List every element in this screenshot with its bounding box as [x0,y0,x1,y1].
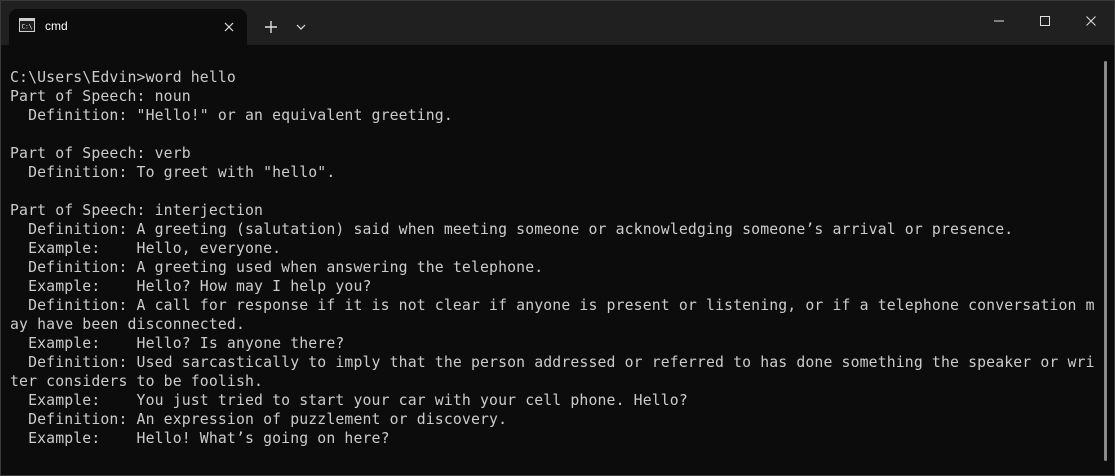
tab-cmd[interactable]: C:\ cmd [9,9,247,45]
scrollbar-thumb[interactable] [1104,61,1107,461]
terminal-line: Example: Hello? Is anyone there? [10,335,345,352]
title-bar: C:\ cmd [1,1,1114,45]
terminal-line: Definition: A greeting used when answeri… [10,259,544,276]
terminal-line: Definition: "Hello!" or an equivalent gr… [10,107,453,124]
svg-text:C:\: C:\ [22,24,33,31]
terminal-output-area[interactable]: C:\Users\Edvin>word hello Part of Speech… [1,45,1101,475]
chevron-down-icon[interactable] [289,13,313,41]
scrollbar[interactable] [1104,61,1108,461]
terminal-line: Example: Hello? How may I help you? [10,278,372,295]
maximize-icon[interactable] [1022,1,1068,41]
terminal-line: ter considers to be foolish. [10,373,264,390]
terminal-line: ay have been disconnected. [10,316,246,333]
tab-title: cmd [45,19,68,33]
terminal-line: C:\Users\Edvin>word hello [10,69,236,86]
terminal-line: Definition: A call for response if it is… [10,297,1095,314]
close-icon[interactable] [1068,1,1114,41]
terminal-line: Part of Speech: verb [10,145,191,162]
terminal-line: Part of Speech: interjection [10,202,264,219]
terminal-line: Example: You just tried to start your ca… [10,392,688,409]
terminal-line: Definition: An expression of puzzlement … [10,411,508,428]
terminal-line: Definition: A greeting (salutation) said… [10,221,1014,238]
terminal-text: C:\Users\Edvin>word hello Part of Speech… [10,68,1095,448]
terminal-line: Example: Hello, everyone. [10,240,282,257]
cmd-icon: C:\ [19,18,35,32]
minimize-icon[interactable] [976,1,1022,41]
terminal-line: Part of Speech: noun [10,88,191,105]
new-tab-plus-icon[interactable] [257,13,285,41]
terminal-line: Definition: Used sarcastically to imply … [10,354,1095,371]
terminal-window: C:\ cmd C:\Users\Edvin>word hello Part o… [0,0,1115,476]
tab-close-icon[interactable] [217,15,241,39]
terminal-line: Definition: To greet with "hello". [10,164,336,181]
terminal-line: Example: Hello! What’s going on here? [10,430,390,447]
